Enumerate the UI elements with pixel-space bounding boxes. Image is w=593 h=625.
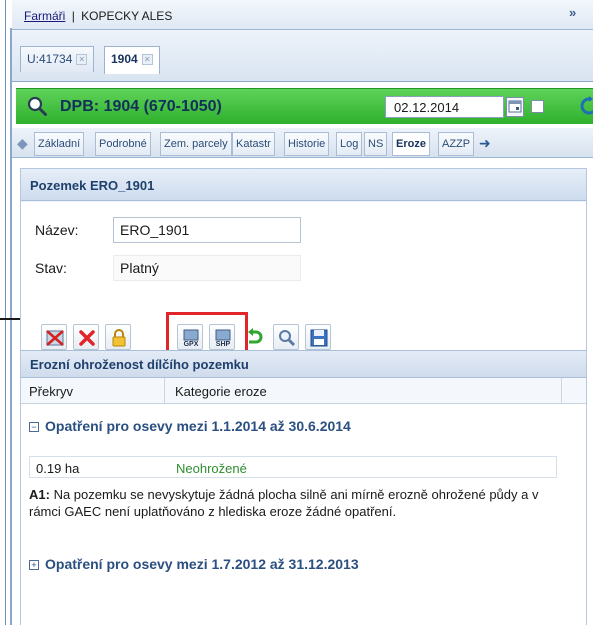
tab-zem-parcely[interactable]: Zem. parcely (160, 132, 232, 156)
tab-label: 1904 (111, 52, 138, 66)
name-label: Název: (35, 222, 79, 238)
left-border (5, 0, 6, 625)
delete-map-icon (46, 330, 64, 346)
save-icon (310, 329, 328, 347)
panel-title: Pozemek ERO_1901 (30, 178, 155, 193)
tab-1904[interactable]: 1904 ✕ (104, 46, 160, 74)
undo-icon (248, 328, 263, 344)
date-field[interactable]: 02.12.2014 (385, 96, 504, 118)
document-tabs: U:41734 ✕ 1904 ✕ (12, 30, 593, 82)
lock-button[interactable] (105, 324, 131, 350)
collapse-icon[interactable]: » (569, 5, 585, 23)
expand-group-icon[interactable]: + (29, 560, 39, 570)
tab-zakladni[interactable]: Základní (34, 132, 85, 156)
parcel-panel: Pozemek ERO_1901 Název: ERO_1901 Stav: P… (20, 168, 587, 625)
svg-text:GPX: GPX (184, 341, 199, 348)
measure-note: A1: Na pozemku se nevyskytuje žádná ploc… (29, 486, 549, 520)
dpb-header: DPB: 1904 (670-1050) 02.12.2014 (16, 88, 593, 124)
gpx-export-icon: GPX (183, 329, 199, 348)
zoom-button[interactable] (273, 324, 299, 350)
overlap-value: 0.19 ha (36, 461, 80, 476)
history-checkbox[interactable] (531, 100, 544, 113)
tab-eroze[interactable]: Eroze (392, 132, 430, 156)
gpx-export-button[interactable]: GPX (177, 324, 203, 350)
refresh-icon[interactable] (579, 96, 593, 116)
parcel-form: Název: ERO_1901 Stav: Platný GPX SHP (21, 202, 586, 357)
tab-ns[interactable]: NS (364, 132, 388, 156)
top-header: Farmáři | KOPECKY ALES » (12, 0, 593, 30)
note-code: A1: (29, 487, 50, 502)
group-2014[interactable]: − Opatření pro osevy mezi 1.1.2014 až 30.… (29, 418, 351, 434)
group-title: Opatření pro osevy mezi 1.1.2014 až 30.6… (45, 418, 351, 434)
erosion-title: Erozní ohroženost dílčího pozemku (30, 357, 249, 372)
state-field: Platný (113, 255, 301, 281)
save-button[interactable] (305, 324, 331, 350)
tab-log[interactable]: Log (336, 132, 363, 156)
lock-icon (112, 329, 126, 347)
delete-button[interactable] (73, 324, 99, 350)
delete-map-button[interactable] (41, 324, 67, 350)
scroll-left-icon[interactable]: ◆ (14, 132, 31, 156)
left-panel-border (10, 28, 12, 625)
breadcrumb-farmers-link[interactable]: Farmáři (24, 9, 65, 23)
state-label: Stav: (35, 260, 67, 276)
delete-icon (79, 330, 95, 346)
group-title: Opatření pro osevy mezi 1.7.2012 až 31.1… (45, 556, 359, 572)
erosion-content: − Opatření pro osevy mezi 1.1.2014 až 30.… (21, 404, 586, 625)
scroll-right-icon[interactable]: ➜ (476, 132, 494, 156)
tab-azzp[interactable]: AZZP (438, 132, 475, 156)
erosion-section-header: Erozní ohroženost dílčího pozemku (21, 350, 586, 378)
search-icon[interactable] (26, 95, 48, 117)
shp-export-button[interactable]: SHP (209, 324, 235, 350)
col-overlap[interactable]: Překryv (29, 384, 73, 399)
dpb-title: DPB: 1904 (670-1050) (60, 98, 222, 115)
breadcrumb: Farmáři | KOPECKY ALES (24, 9, 172, 23)
category-value: Neohrožené (176, 461, 247, 476)
column-divider (561, 378, 562, 404)
breadcrumb-separator: | (71, 9, 75, 23)
tab-label: U:41734 (27, 52, 73, 66)
column-divider (164, 378, 165, 404)
svg-text:SHP: SHP (216, 341, 231, 348)
calendar-icon[interactable] (506, 97, 524, 117)
breadcrumb-farmer-name: KOPECKY ALES (81, 9, 173, 23)
panel-header: Pozemek ERO_1901 (21, 169, 586, 201)
zoom-icon (279, 330, 296, 347)
erosion-table-header: Překryv Kategorie eroze (21, 378, 586, 404)
table-row[interactable]: 0.19 ha Neohrožené (29, 456, 557, 478)
note-text: Na pozemku se nevyskytuje žádná plocha s… (29, 487, 539, 519)
shp-export-icon: SHP (215, 329, 231, 348)
tab-podrobne[interactable]: Podrobné (95, 132, 151, 156)
name-field[interactable]: ERO_1901 (113, 217, 301, 243)
close-icon[interactable]: ✕ (76, 54, 88, 65)
collapse-group-icon[interactable]: − (29, 422, 39, 432)
tab-historie[interactable]: Historie (284, 132, 330, 156)
group-2012[interactable]: + Opatření pro osevy mezi 1.7.2012 až 31.… (29, 556, 359, 572)
detail-tabs: ◆ Základní Podrobné Zem. parcely Katastr… (12, 128, 593, 158)
tab-katastr[interactable]: Katastr (232, 132, 275, 156)
undo-button[interactable] (241, 324, 267, 350)
col-category[interactable]: Kategorie eroze (175, 384, 267, 399)
close-icon[interactable]: ✕ (141, 54, 153, 65)
tab-u41734[interactable]: U:41734 ✕ (20, 46, 95, 72)
